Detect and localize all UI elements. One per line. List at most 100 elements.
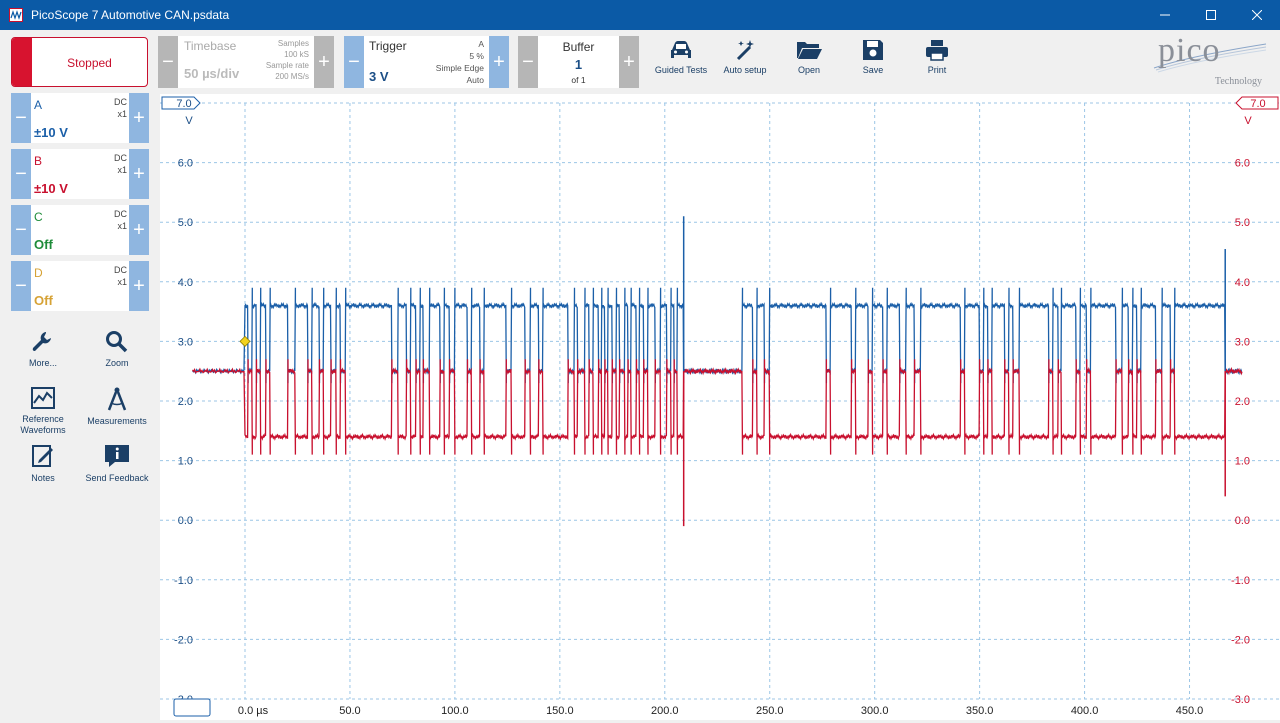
reference-waveforms-label: Reference Waveforms bbox=[20, 414, 66, 435]
run-stop-label: Stopped bbox=[67, 56, 112, 70]
more-button[interactable]: More... bbox=[11, 330, 75, 369]
save-button[interactable]: Save bbox=[850, 38, 896, 75]
trigger-label: Trigger bbox=[369, 39, 407, 53]
channel-c-card[interactable]: − C DC x1 Off + bbox=[11, 205, 149, 255]
measurements-label: Measurements bbox=[87, 416, 147, 426]
channel-range-decrease-button[interactable]: − bbox=[11, 149, 31, 199]
timebase-label: Timebase bbox=[184, 39, 237, 53]
y-tick-label-left: -1.0 bbox=[174, 575, 193, 587]
channel-range[interactable]: Off bbox=[34, 237, 53, 252]
measurements-button[interactable]: Measurements bbox=[85, 386, 149, 427]
trigger-mode: Auto bbox=[466, 75, 485, 85]
trigger-pretrigger: 5 % bbox=[469, 51, 484, 61]
y-tick-label-right: 6.0 bbox=[1235, 158, 1250, 170]
y-tick-label-left: 4.0 bbox=[178, 277, 193, 289]
channel-range-decrease-button[interactable]: − bbox=[11, 261, 31, 311]
reference-waveforms-button[interactable]: Reference Waveforms bbox=[11, 386, 75, 436]
y-tick-label-right-top: 7.0 bbox=[1250, 98, 1265, 110]
x-tick-label: 250.0 bbox=[756, 705, 784, 717]
probe-value: x1 bbox=[117, 221, 127, 231]
buffer-next-button[interactable]: + bbox=[619, 36, 639, 88]
minimize-button[interactable] bbox=[1142, 0, 1188, 30]
sampling-info: Samples 100 kS Sample rate 200 MS/s bbox=[266, 38, 309, 82]
sample-rate-value: 200 MS/s bbox=[275, 72, 309, 81]
magic-wand-icon bbox=[736, 40, 754, 61]
coupling-value: DC bbox=[114, 265, 127, 275]
channel-b-card[interactable]: − B DC x1 ±10 V + bbox=[11, 149, 149, 199]
scope-chart[interactable]: 6.0 5.0 4.0 3.0 2.0 1.0 0.0 -1.0 -2.0 -3.0 6.0 5.0 4… bbox=[160, 94, 1280, 720]
channel-range-decrease-button[interactable]: − bbox=[11, 205, 31, 255]
samples-label: Samples bbox=[277, 39, 309, 48]
wrench-icon bbox=[32, 332, 51, 351]
timebase-control: − Timebase 50 µs/div Samples 100 kS Samp… bbox=[158, 36, 334, 88]
channel-coupling: DC x1 bbox=[114, 96, 127, 120]
y-tick-label-left: -2.0 bbox=[174, 634, 193, 646]
coupling-value: DC bbox=[114, 209, 127, 219]
x-tick-label: 300.0 bbox=[861, 705, 889, 717]
trigger-type: Simple Edge bbox=[435, 63, 484, 73]
coupling-value: DC bbox=[114, 97, 127, 107]
compass-icon bbox=[107, 387, 127, 411]
maximize-button[interactable] bbox=[1188, 0, 1234, 30]
zoom-label: Zoom bbox=[105, 358, 129, 368]
time-ruler-handle bbox=[173, 698, 211, 717]
y-tick-label-right: 2.0 bbox=[1235, 396, 1250, 408]
scope-plot-area[interactable]: 6.0 5.0 4.0 3.0 2.0 1.0 0.0 -1.0 -2.0 -3.0 6.0 5.0 4… bbox=[160, 94, 1280, 720]
channel-range[interactable]: ±10 V bbox=[34, 125, 68, 140]
timebase-decrease-button[interactable]: − bbox=[158, 36, 178, 88]
y-tick-label-right: -2.0 bbox=[1231, 634, 1250, 646]
channel-range-decrease-button[interactable]: − bbox=[11, 93, 31, 143]
x-tick-label: 200.0 bbox=[651, 705, 679, 717]
run-stop-button[interactable]: Stopped bbox=[11, 37, 148, 87]
auto-setup-button[interactable]: Auto setup bbox=[718, 38, 772, 75]
y-tick-label-left: 2.0 bbox=[178, 396, 193, 408]
channel-coupling: DC x1 bbox=[114, 152, 127, 176]
trigger-info: A 5 % Simple Edge Auto bbox=[436, 38, 484, 86]
trigger-value[interactable]: 3 V bbox=[369, 69, 389, 84]
channel-range-increase-button[interactable]: + bbox=[129, 149, 149, 199]
buffer-value[interactable]: 1 bbox=[538, 57, 619, 72]
reference-waveform-icon bbox=[31, 387, 55, 409]
y-tick-label-right: 3.0 bbox=[1235, 336, 1250, 348]
y-tick-label-left-top: 7.0 bbox=[176, 98, 191, 110]
channel-range-increase-button[interactable]: + bbox=[129, 261, 149, 311]
print-button[interactable]: Print bbox=[914, 38, 960, 75]
floppy-disk-icon bbox=[863, 40, 883, 60]
channel-range[interactable]: ±10 V bbox=[34, 181, 68, 196]
pico-sub: Technology bbox=[1214, 76, 1262, 87]
trigger-increase-button[interactable]: + bbox=[489, 36, 509, 88]
open-label: Open bbox=[797, 65, 821, 75]
send-feedback-button[interactable]: Send Feedback bbox=[85, 443, 149, 484]
guided-tests-button[interactable]: Guided Tests bbox=[652, 38, 710, 75]
x-tick-label: 50.0 bbox=[339, 705, 360, 717]
buffer-label: Buffer bbox=[562, 40, 595, 54]
channel-d-card[interactable]: − D DC x1 Off + bbox=[11, 261, 149, 311]
zoom-button[interactable]: Zoom bbox=[85, 330, 149, 369]
channel-coupling: DC x1 bbox=[114, 208, 127, 232]
print-label: Print bbox=[927, 65, 947, 75]
x-tick-label: 150.0 bbox=[546, 705, 574, 717]
channel-a-card[interactable]: − A DC x1 ±10 V + bbox=[11, 93, 149, 143]
y-unit-left: V bbox=[185, 115, 193, 127]
title-bar: PicoScope 7 Automotive CAN.psdata bbox=[0, 0, 1280, 30]
x-tick-label: 100.0 bbox=[441, 705, 469, 717]
folder-open-icon bbox=[797, 42, 822, 59]
timebase-value[interactable]: 50 µs/div bbox=[184, 66, 239, 81]
sample-rate-label: Sample rate bbox=[265, 61, 309, 70]
channel-range-increase-button[interactable]: + bbox=[129, 93, 149, 143]
y-tick-label-left: 0.0 bbox=[178, 515, 193, 527]
channel-range[interactable]: Off bbox=[34, 293, 53, 308]
x-tick-label: 450.0 bbox=[1176, 705, 1204, 717]
x-tick-label: 0.0 µs bbox=[238, 705, 269, 717]
trigger-decrease-button[interactable]: − bbox=[344, 36, 364, 88]
channel-range-increase-button[interactable]: + bbox=[129, 205, 149, 255]
y-tick-label-left: 6.0 bbox=[178, 158, 193, 170]
notes-button[interactable]: Notes bbox=[11, 443, 75, 484]
open-button[interactable]: Open bbox=[786, 38, 832, 75]
y-tick-label-right: 5.0 bbox=[1235, 217, 1250, 229]
buffer-of: of 1 bbox=[571, 75, 586, 85]
timebase-increase-button[interactable]: + bbox=[314, 36, 334, 88]
buffer-previous-button[interactable]: − bbox=[518, 36, 538, 88]
y-tick-label-left: 3.0 bbox=[178, 336, 193, 348]
close-button[interactable] bbox=[1234, 0, 1280, 30]
